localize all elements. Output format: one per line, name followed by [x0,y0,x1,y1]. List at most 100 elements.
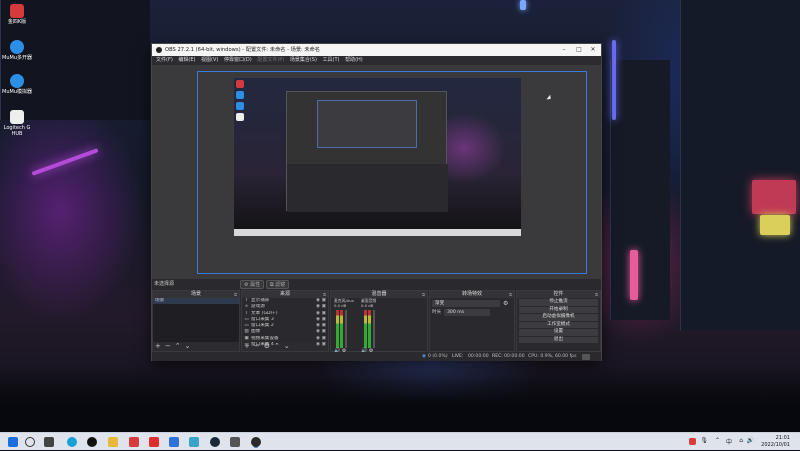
mixer-channel-1: 麦克风/Aux 0.0 dB [334,298,354,308]
sources-toolbar: + − ⚙ ⌃ ⌄ [242,342,328,351]
stop-streaming-button[interactable]: 停止推流 [519,299,598,306]
steam-icon[interactable] [210,437,220,447]
taskbar: 🎙 ⌃ 中 ⌂ 🔊 21:01 2022/10/01 [0,432,800,450]
desktop-icon-0[interactable]: 金四K版 [0,4,34,25]
move-up-icon[interactable]: ⌃ [175,342,181,350]
controls-header: 控件 ⧉ [517,291,600,298]
properties-button[interactable]: ⚙ 属性 [240,280,265,289]
app-icon-1[interactable] [189,437,199,447]
desktop-icon-label: MuMu多开器 [2,55,32,61]
duration-label: 时长 [432,310,442,315]
source-label: 视频采集设备 [251,335,279,341]
exit-button[interactable]: 退出 [519,336,598,343]
close-icon[interactable]: ✕ [586,44,600,56]
neon-strip [630,250,638,300]
add-icon[interactable]: + [244,342,250,350]
controls-dock: 控件 ⧉ 停止推流 开始录制 启动虚拟摄像机 工作室模式 设置 退出 [516,290,601,352]
transition-select[interactable]: 渐变 [432,300,500,307]
mumu-emulator-icon [10,74,24,88]
task-view-icon[interactable] [44,437,54,447]
nested-docks [287,164,448,212]
chevron-up-icon[interactable]: ⌃ [715,437,720,444]
ime-icon[interactable]: 中 [726,437,732,446]
menu-file[interactable]: 文件(F) [156,56,173,65]
file-explorer-icon[interactable] [108,437,118,447]
desktop-icon-3[interactable]: Logitech G HUB [0,110,34,137]
qq-icon[interactable] [87,437,97,447]
add-icon[interactable]: + [155,342,161,350]
move-up-icon[interactable]: ⌃ [274,342,280,350]
tray-app-icon[interactable] [689,438,696,445]
dock-float-icon[interactable]: ⧉ [509,291,512,298]
menu-docks[interactable]: 停靠窗口(D) [224,56,252,65]
remove-icon[interactable]: − [165,342,171,350]
studio-mode-button[interactable]: 工作室模式 [519,321,598,328]
nested-obs-window [286,91,448,212]
volume-slider[interactable] [345,310,347,348]
app-icon-2[interactable] [230,437,240,447]
maximize-icon[interactable]: □ [572,44,586,56]
scenes-dock: 场景 ⧉ 场景 + − ⌃ ⌄ [152,290,240,352]
red-app-icon[interactable] [129,437,139,447]
start-virtual-camera-button[interactable]: 启动虚拟摄像机 [519,314,598,321]
blue-app-icon[interactable] [169,437,179,447]
duration-input[interactable]: 300 ms [444,309,490,316]
start-recording-button[interactable]: 开始录制 [519,306,598,313]
source-label: 窗口采集 3 [251,316,274,322]
dock-float-icon[interactable]: ⧉ [234,291,237,298]
volume-icon[interactable]: 🔊 [747,437,754,444]
microphone-icon[interactable]: 🎙 [700,437,708,444]
minimize-icon[interactable]: – [557,44,571,56]
status-indicator-icon [582,353,590,360]
menu-scene-collection[interactable]: 场景集合(S) [290,56,317,65]
search-icon[interactable] [25,437,35,447]
desktop-icon-1[interactable]: MuMu多开器 [0,40,34,61]
obs-taskbar-icon[interactable] [251,437,261,447]
crowd-silhouette [0,364,800,434]
move-down-icon[interactable]: ⌄ [284,342,290,350]
building [680,0,800,330]
desktop-icon-label: MuMu模拟器 [2,89,32,95]
menu-tools[interactable]: 工具(T) [323,56,340,65]
scene-item[interactable]: 场景 [153,298,239,305]
neon-light [520,0,526,10]
neon-sign [752,180,796,214]
dock-float-icon[interactable]: ⧉ [595,291,598,298]
transitions-header: 转场特效 ⧉ [430,291,514,298]
mixer-header: 混音器 ⧉ [331,291,427,298]
menu-view[interactable]: 视图(V) [201,56,218,65]
mumu-multi-icon [10,40,24,54]
gear-icon[interactable]: ⚙ [503,300,508,307]
edge-browser-icon[interactable] [67,437,77,447]
remove-icon[interactable]: − [254,342,260,350]
transitions-body: 渐变 ⚙ 时长 300 ms [430,298,514,351]
clock-date: 2022/10/01 [761,441,790,448]
neon-sign [760,215,790,235]
desktop-icon-label: 金四K版 [7,19,27,25]
dock-float-icon[interactable]: ⧉ [323,291,326,298]
network-icon[interactable]: ⌂ [739,437,743,444]
clock[interactable]: 21:01 2022/10/01 [761,435,790,448]
docks-area: 场景 ⧉ 场景 + − ⌃ ⌄ 来源 ⧉ T 显示捕获 ◉ ▣ ∞ 游戏源 ◉ ▣ T 文本 (GDI+… [152,290,601,354]
netease-music-icon[interactable] [149,437,159,447]
scenes-header: 场景 ⧉ [153,291,239,298]
duration-value: 300 ms [447,310,465,315]
menu-edit[interactable]: 编辑(E) [178,56,195,65]
gear-icon[interactable]: ⚙ [264,342,270,350]
menu-profile[interactable]: 配置文件(P) [257,56,284,65]
settings-button[interactable]: 设置 [519,329,598,336]
dock-float-icon[interactable]: ⧉ [422,291,425,298]
move-down-icon[interactable]: ⌄ [185,342,191,350]
desktop-icon-2[interactable]: MuMu模拟器 [0,74,34,95]
volume-slider[interactable] [373,310,375,348]
menu-help[interactable]: 帮助(H) [345,56,363,65]
start-icon[interactable] [8,437,18,447]
filters-button[interactable]: ⧉ 滤镜 [266,280,290,289]
neon-strip [31,148,99,176]
preview-canvas[interactable] [152,65,601,279]
live-time: 00:00:00 [468,354,489,359]
display-capture-preview [234,78,521,236]
channel-level: 0.0 dB [334,302,347,308]
window-title: OBS 27.2.1 (64-bit, windows) - 配置文件: 未命名… [165,47,320,53]
title-bar[interactable]: OBS 27.2.1 (64-bit, windows) - 配置文件: 未命名… [152,44,601,56]
